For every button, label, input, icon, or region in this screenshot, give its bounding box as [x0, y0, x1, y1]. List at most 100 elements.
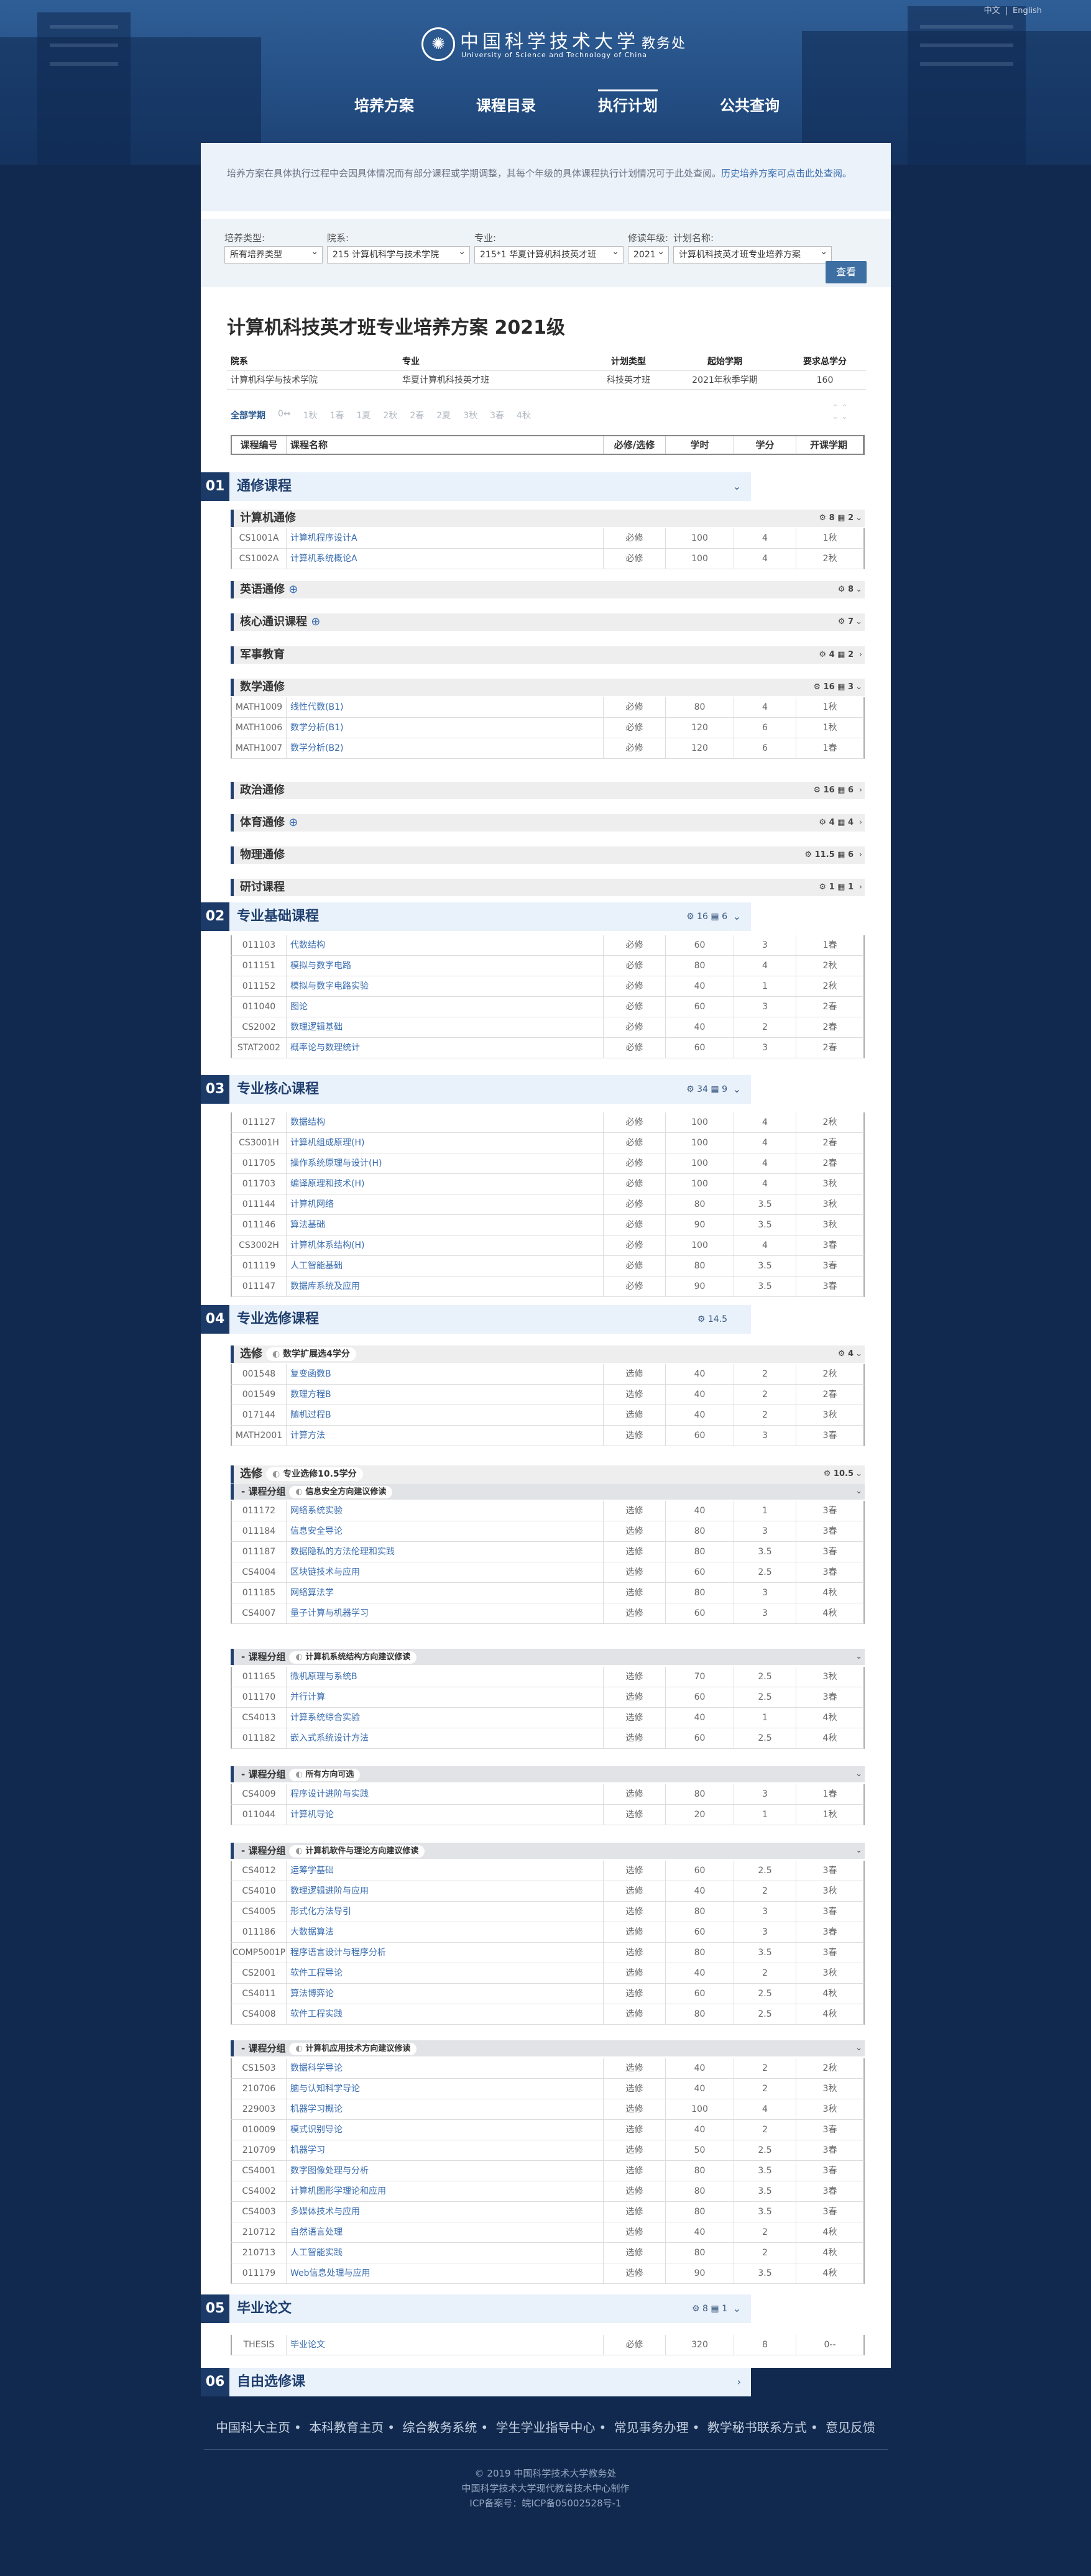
course-name-link[interactable]: 软件工程导论 [287, 1963, 604, 1983]
course-name-link[interactable]: 模拟与数字电路 [287, 956, 604, 976]
footer-link[interactable]: 教学秘书联系方式 [707, 2420, 807, 2435]
course-subgroup[interactable]: - 课程分组所有方向可选 ⌄ [231, 1766, 865, 1782]
course-group[interactable]: 研讨课程 ⚙ 1 ▦ 1 › [231, 879, 865, 896]
course-group[interactable]: 计算机通修 ⚙ 8 ▦ 2 ⌄ [231, 510, 865, 527]
chevron-icon[interactable]: ⌄ [855, 1843, 862, 1859]
nav-item-query[interactable]: 公共查询 [689, 87, 811, 124]
history-link[interactable]: 历史培养方案可点击此处查阅。 [721, 168, 852, 179]
course-name-link[interactable]: 代数结构 [287, 935, 604, 955]
course-name-link[interactable]: 模式识别导论 [287, 2120, 604, 2140]
section-04[interactable]: 04 专业选修课程 ⚙ 14.5 [201, 1305, 751, 1334]
course-name-link[interactable]: 网络算法学 [287, 1583, 604, 1603]
chevron-icon[interactable]: ⌄ [855, 1483, 862, 1500]
site-logo[interactable]: ✺ 中国科学技术大学 教务处 University of Science and … [421, 25, 685, 68]
chevron-icon[interactable]: › [859, 879, 862, 896]
course-name-link[interactable]: 量子计算与机器学习 [287, 1603, 604, 1623]
course-name-link[interactable]: 计算机图形学理论和应用 [287, 2181, 604, 2201]
course-subgroup[interactable]: - 课程分组计算机应用技术方向建议修读 ⌄ [231, 2040, 865, 2056]
chevron-icon[interactable]: › [859, 846, 862, 864]
term-item[interactable]: 2夏 [436, 409, 451, 421]
chevron-icon[interactable]: › [859, 782, 862, 799]
chevron-icon[interactable]: ⌄ [855, 1465, 862, 1483]
chevron-icon[interactable]: ⌄ [733, 902, 741, 931]
term-item[interactable]: 3秋 [463, 409, 477, 421]
expand-plus-icon[interactable]: ⊕ [288, 816, 298, 829]
course-name-link[interactable]: 数理逻辑基础 [287, 1017, 604, 1037]
filter-dept-select[interactable]: 215 计算机科学与技术学院 [327, 246, 470, 264]
term-all[interactable]: 全部学期 [231, 409, 265, 421]
section-01[interactable]: 01 通修课程 ⌄ [201, 472, 751, 501]
course-name-link[interactable]: 人工智能实践 [287, 2243, 604, 2263]
course-name-link[interactable]: 运筹学基础 [287, 1861, 604, 1881]
expand-plus-icon[interactable]: ⊕ [311, 615, 320, 628]
footer-link[interactable]: 综合教务系统 [402, 2420, 477, 2435]
filter-major-select[interactable]: 215*1 华夏计算机科技英才班 [474, 246, 624, 264]
section-03[interactable]: 03 专业核心课程 ⚙ 34 ▦ 9 ⌄ [201, 1075, 751, 1104]
course-name-link[interactable]: 数理逻辑进阶与应用 [287, 1881, 604, 1901]
term-item[interactable]: 1秋 [303, 409, 318, 421]
chevron-icon[interactable]: › [859, 646, 862, 664]
course-group[interactable]: 军事教育 ⚙ 4 ▦ 2 › [231, 646, 865, 664]
footer-link[interactable]: 意见反馈 [826, 2420, 875, 2435]
course-name-link[interactable]: 并行计算 [287, 1687, 604, 1707]
chevron-icon[interactable]: ⌄ [855, 2040, 862, 2056]
course-name-link[interactable]: 概率论与数理统计 [287, 1038, 604, 1058]
course-name-link[interactable]: 数据科学导论 [287, 2058, 604, 2078]
course-name-link[interactable]: 数学分析(B2) [287, 738, 604, 758]
course-group[interactable]: 选修数学扩展选4学分 ⚙ 4⌄ [231, 1345, 865, 1363]
expand-collapse-icon[interactable]: ⌃ ⌃ ⌄ ⌄ [832, 404, 848, 421]
course-name-link[interactable]: 编译原理和技术(H) [287, 1174, 604, 1194]
chevron-icon[interactable]: ⌄ [855, 679, 862, 696]
course-group[interactable]: 政治通修 ⚙ 16 ▦ 6 › [231, 782, 865, 799]
section-02[interactable]: 02 专业基础课程 ⚙ 16 ▦ 6 ⌄ [201, 902, 751, 931]
course-name-link[interactable]: 数据隐私的方法伦理和实践 [287, 1542, 604, 1562]
footer-link[interactable]: 中国科大主页 [216, 2420, 290, 2435]
course-name-link[interactable]: 毕业论文 [287, 2335, 604, 2355]
course-name-link[interactable]: 机器学习概论 [287, 2099, 604, 2119]
nav-item-program[interactable]: 培养方案 [323, 87, 445, 124]
course-name-link[interactable]: 脑与认知科学导论 [287, 2079, 604, 2099]
term-item[interactable]: 4秋 [517, 409, 531, 421]
section-05[interactable]: 05 毕业论文 ⚙ 8 ▦ 1 ⌄ [201, 2294, 751, 2323]
course-name-link[interactable]: 数字图像处理与分析 [287, 2161, 604, 2181]
course-name-link[interactable]: 信息安全导论 [287, 1521, 604, 1541]
course-name-link[interactable]: 数学分析(B1) [287, 718, 604, 738]
nav-item-catalog[interactable]: 课程目录 [445, 87, 567, 124]
course-name-link[interactable]: 机器学习 [287, 2140, 604, 2160]
course-name-link[interactable]: 程序语言设计与程序分析 [287, 1943, 604, 1963]
chevron-icon[interactable]: ⌄ [733, 472, 741, 501]
course-name-link[interactable]: 计算系统综合实验 [287, 1708, 604, 1728]
chevron-icon[interactable]: › [859, 814, 862, 832]
course-name-link[interactable]: 大数据算法 [287, 1922, 604, 1942]
course-name-link[interactable]: 嵌入式系统设计方法 [287, 1728, 604, 1748]
query-button[interactable]: 查看 [826, 261, 867, 283]
lang-cn-link[interactable]: 中文 [984, 6, 1000, 16]
term-item[interactable]: 3春 [490, 409, 504, 421]
course-name-link[interactable]: 算法博弈论 [287, 1984, 604, 2004]
course-name-link[interactable]: 区块链技术与应用 [287, 1562, 604, 1582]
lang-en-link[interactable]: English [1013, 6, 1042, 16]
course-name-link[interactable]: 程序设计进阶与实践 [287, 1784, 604, 1804]
course-name-link[interactable]: Web信息处理与应用 [287, 2263, 604, 2283]
term-item[interactable]: 1春 [330, 409, 344, 421]
course-name-link[interactable]: 复变函数B [287, 1364, 604, 1384]
course-group[interactable]: 体育通修 ⊕ ⚙ 4 ▦ 4 › [231, 814, 865, 832]
course-name-link[interactable]: 计算方法 [287, 1426, 604, 1446]
course-name-link[interactable]: 软件工程实践 [287, 2004, 604, 2024]
course-name-link[interactable]: 数据结构 [287, 1112, 604, 1132]
chevron-icon[interactable]: ⌄ [855, 581, 862, 598]
course-subgroup[interactable]: - 课程分组信息安全方向建议修读 ⌄ [231, 1483, 865, 1500]
course-name-link[interactable]: 计算机系统概论A [287, 549, 604, 569]
course-name-link[interactable]: 网络系统实验 [287, 1501, 604, 1521]
course-name-link[interactable]: 计算机导论 [287, 1805, 604, 1825]
course-name-link[interactable]: 多媒体技术与应用 [287, 2202, 604, 2222]
chevron-icon[interactable]: ⌄ [855, 1766, 862, 1782]
footer-link[interactable]: 常见事务办理 [614, 2420, 689, 2435]
course-group[interactable]: 数学通修 ⚙ 16 ▦ 3 ⌄ [231, 679, 865, 696]
footer-link[interactable]: 本科教育主页 [309, 2420, 384, 2435]
filter-type-select[interactable]: 所有培养类型 [224, 246, 323, 264]
filter-plan-select[interactable]: 计算机科技英才班专业培养方案 [673, 246, 832, 264]
chevron-icon[interactable]: › [737, 2368, 741, 2396]
chevron-icon[interactable]: ⌄ [733, 1075, 741, 1104]
course-name-link[interactable]: 图论 [287, 997, 604, 1017]
